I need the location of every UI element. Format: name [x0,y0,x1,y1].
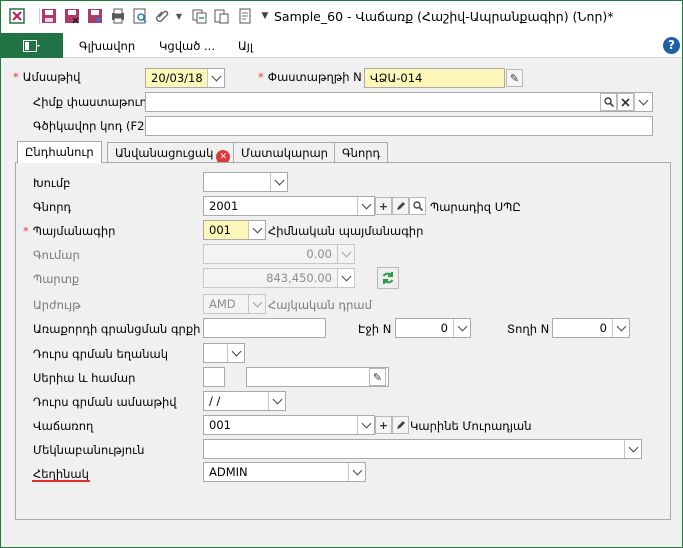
buyer-name: Պարադիզ ՍՊԸ [430,200,521,214]
menu-arrow-icon[interactable]: ▼ [171,8,187,24]
menu-main[interactable]: Գլխավոր [79,39,135,53]
currency-label: Արժույթ [33,298,81,312]
tab-supplier[interactable]: Մատակարար [233,142,336,163]
note-label: Մեկնաբանություն [33,443,145,457]
tab-items[interactable]: Անվանացուցակ ✕ [107,142,239,164]
menu-list-icon [23,39,40,52]
more-arrow-icon[interactable]: ▼ [257,8,273,24]
currency-name: Հայկական դրամ [268,298,372,312]
save-as-icon[interactable] [87,8,103,24]
print-icon[interactable] [110,8,126,24]
purchase-book-label: Առաքորդի գրանցման գրքի N [33,322,213,336]
amount-field: 0.00 [203,244,355,264]
purchase-book-field[interactable] [203,318,326,338]
issue-date-label: Դուրս գրման ամսաթիվ [33,395,177,409]
author-underline [32,480,90,482]
page-label: Էջի N [358,322,392,336]
menu-attached[interactable]: Կցված ... [159,39,215,53]
menu-other[interactable]: Այլ [238,39,253,53]
note-field[interactable] [203,439,642,459]
window-title: Sample_60 - Վաճառք (Հաշիվ-Ապրանքագիր) (Ն… [274,9,614,24]
search-icon[interactable] [600,93,617,111]
debt-dropdown-icon[interactable] [337,269,354,287]
series-label: Սերիա և համար [33,371,136,385]
seller-label: Վաճառող [33,419,94,433]
buyer-label: Գնորդ [33,200,72,214]
save-icon[interactable] [41,8,57,24]
amount-dropdown-icon [337,245,354,263]
note-dropdown-icon[interactable] [624,440,641,458]
debt-field: 843,450.00 [203,268,355,288]
debt-label: Պարտք [33,272,80,286]
preview-icon[interactable] [132,8,148,24]
application-window: ▼ ▼ Sample_60 - Վաճառք (Հաշիվ-Ապրանքագիր… [0,0,683,548]
doc-icon[interactable] [237,8,253,24]
base-doc-dropdown-icon[interactable] [634,93,651,111]
logo-icon [9,8,25,24]
title-bar: ▼ ▼ Sample_60 - Վաճառք (Հաշիվ-Ապրանքագիր… [1,1,682,33]
barcode-label: Գծիկավոր կոդ (F2) [33,119,149,133]
seller-edit-icon[interactable] [392,416,409,434]
copy-icon[interactable] [191,8,207,24]
contract-label: * Պայմանագիր [23,224,116,238]
tab-buyer[interactable]: Գնորդ [334,142,389,163]
issue-date-dropdown-icon[interactable] [268,392,285,410]
clear-icon[interactable] [617,93,634,111]
currency-dropdown-icon [248,295,265,313]
seller-add-icon[interactable]: + [375,416,392,434]
seller-field[interactable]: 001 [203,415,375,435]
save-close-icon[interactable] [64,8,80,24]
seller-dropdown-icon[interactable] [357,416,374,434]
buyer-field[interactable]: 2001 [203,196,375,216]
issue-method-dropdown-icon[interactable] [227,344,244,362]
seller-name: Կարինե Մուրադյան [410,419,532,433]
buyer-search-icon[interactable] [409,197,426,215]
attach-icon[interactable] [154,8,170,24]
help-icon[interactable]: ? [663,37,680,54]
refresh-icon[interactable] [377,267,399,289]
contract-name: Հիմնական պայմանագիր [268,224,424,238]
author-dropdown-icon[interactable] [348,463,365,481]
series-field[interactable] [203,367,225,387]
magic-wand-icon[interactable]: ✎ [506,69,523,87]
number-wand-icon[interactable]: ✎ [369,368,386,386]
page-dropdown-icon[interactable] [453,319,470,337]
tab-general[interactable]: Ընդհանուր [17,141,102,163]
date-dropdown-icon[interactable] [207,69,224,87]
docnum-field[interactable]: ՎՁԱ-014 [364,68,505,88]
issue-method-label: Դուրս գրման եղանակ [33,347,169,361]
menu-bar: Գլխավոր Կցված ... Այլ ? [1,33,682,58]
line-label: Տողի N [507,322,550,336]
base-doc-label: Հիմք փաստաթուղթ [33,95,156,109]
base-doc-field[interactable] [145,92,653,112]
app-menu-button[interactable] [1,33,63,58]
group-dropdown-icon[interactable] [270,173,287,191]
buyer-dropdown-icon[interactable] [357,197,374,215]
group-label: Խումբ [33,176,71,190]
number-field[interactable] [246,367,389,387]
barcode-field[interactable] [145,116,653,136]
author-label: Հեղինակ [33,467,89,481]
amount-label: Գումար [33,248,80,262]
paste-icon[interactable] [213,8,229,24]
edit-icon[interactable] [392,197,409,215]
contract-dropdown-icon[interactable] [248,221,265,239]
docnum-label: * Փաստաթղթի N [258,70,362,84]
date-label: * Ամսաթիվ [13,70,81,84]
author-field[interactable]: ADMIN [203,462,366,482]
line-dropdown-icon[interactable] [612,319,629,337]
add-icon[interactable]: + [375,197,392,215]
